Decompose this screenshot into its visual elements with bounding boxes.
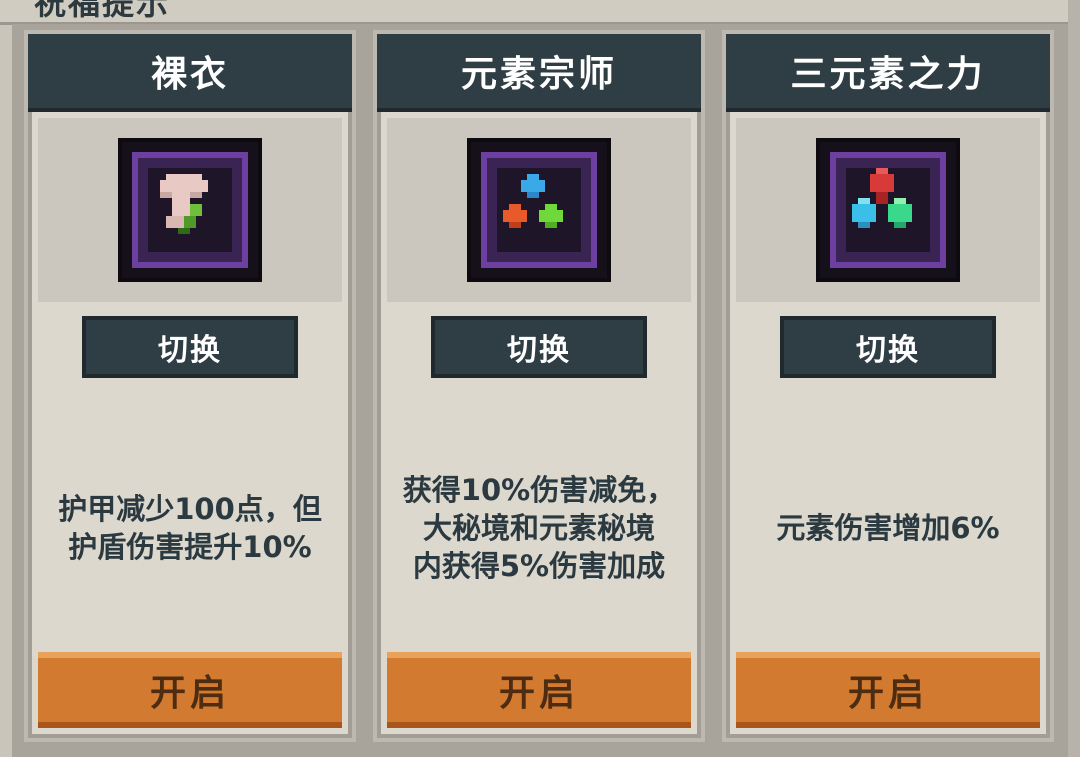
card-header: 裸衣: [28, 34, 352, 112]
card-header: 元素宗师: [377, 34, 701, 112]
switch-button-label: 切换: [507, 333, 571, 368]
page-title: 祝福提示: [34, 0, 171, 22]
icon-area: [736, 118, 1040, 302]
screen: 祝福提示 裸衣 切换 护甲减少100点，但 护盾伤害提升10% 开启 元素宗师 …: [0, 0, 1080, 757]
panel-right-edge: [1068, 0, 1080, 757]
icon-area: [387, 118, 691, 302]
card-description: 获得10%伤害减免， 大秘境和元素秘境 内获得5%伤害加成: [402, 473, 676, 583]
card-title: 三元素之力: [790, 54, 986, 95]
switch-button-label: 切换: [158, 333, 222, 368]
card-title: 元素宗师: [460, 54, 617, 95]
card-body: 裸衣 切换 护甲减少100点，但 护盾伤害提升10% 开启: [28, 34, 352, 738]
icon-area: [38, 118, 342, 302]
open-button[interactable]: 开启: [736, 652, 1040, 728]
card-body: 三元素之力 切换 元素伤害增加6% 开启: [726, 34, 1050, 738]
open-button-label: 开启: [149, 673, 230, 714]
open-button[interactable]: 开启: [38, 652, 342, 728]
card-description: 元素伤害增加6%: [776, 511, 1000, 545]
card-element-master: 元素宗师 切换 获得10%伤害减免， 大秘境和元素秘境 内获得5%伤害加成 开启: [373, 30, 705, 742]
card-body: 元素宗师 切换 获得10%伤害减免， 大秘境和元素秘境 内获得5%伤害加成 开启: [377, 34, 701, 738]
switch-button-label: 切换: [856, 333, 920, 368]
element-master-icon: [471, 142, 607, 278]
three-elements-icon: [820, 142, 956, 278]
switch-button[interactable]: 切换: [431, 316, 647, 378]
naked-body-icon: [122, 142, 258, 278]
switch-button[interactable]: 切换: [780, 316, 996, 378]
switch-button[interactable]: 切换: [82, 316, 298, 378]
card-header: 三元素之力: [726, 34, 1050, 112]
card-naked: 裸衣 切换 护甲减少100点，但 护盾伤害提升10% 开启: [24, 30, 356, 742]
open-button-label: 开启: [498, 673, 579, 714]
card-title: 裸衣: [150, 54, 229, 95]
card-three-elements: 三元素之力 切换 元素伤害增加6% 开启: [722, 30, 1054, 742]
card-description: 护甲减少100点，但 护盾伤害提升10%: [58, 492, 322, 564]
open-button-label: 开启: [847, 673, 928, 714]
open-button[interactable]: 开启: [387, 652, 691, 728]
top-strip: 祝福提示: [0, 0, 1080, 25]
